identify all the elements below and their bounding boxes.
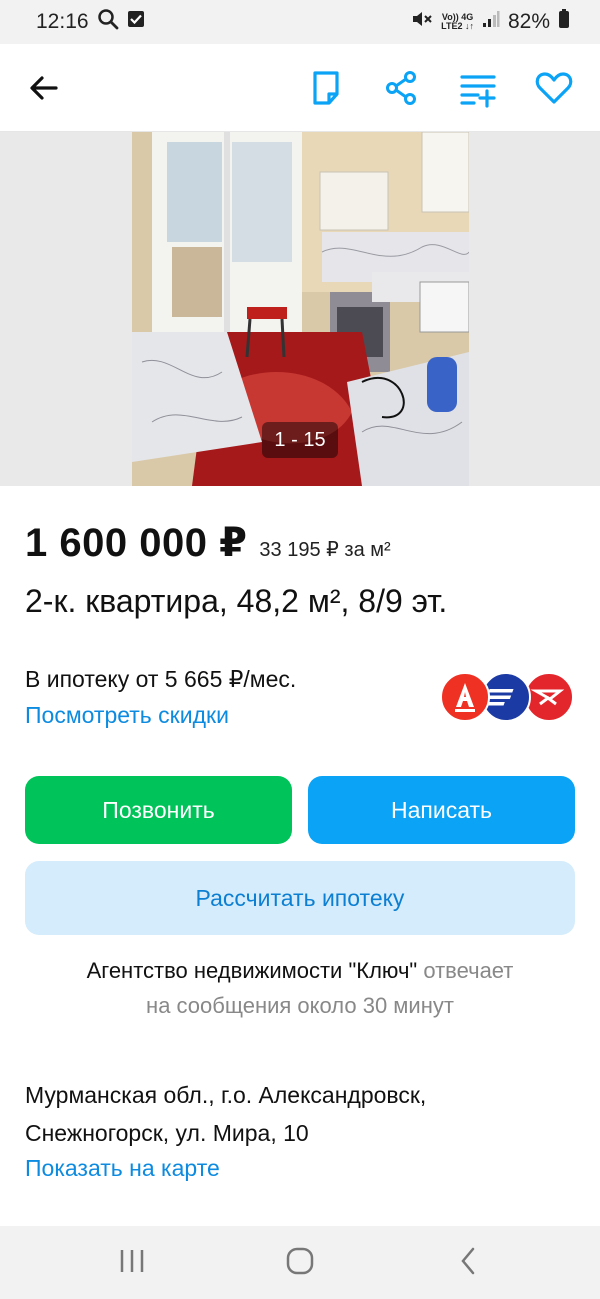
signal-icon: [482, 10, 500, 34]
pochta-bank-logo: [524, 672, 574, 722]
search-icon: [97, 8, 119, 36]
agency-responds-text: отвечает: [417, 958, 514, 983]
back-arrow-icon[interactable]: [26, 70, 62, 106]
nav-actions: [306, 68, 574, 108]
note-icon[interactable]: [306, 68, 346, 108]
status-right: Vo)) 4G LTE2 ↓↑ 82%: [411, 9, 570, 35]
agency-response-line-2: на сообщения около 30 минут: [146, 993, 454, 1018]
heart-icon[interactable]: [534, 68, 574, 108]
listing-title: 2-к. квартира, 48,2 м², 8/9 эт.: [25, 583, 448, 619]
alfa-bank-logo: [440, 672, 490, 722]
agency-response-line-1: Агентство недвижимости "Ключ" отвечает: [0, 958, 600, 984]
battery-icon: [558, 9, 570, 35]
recent-apps-icon[interactable]: [118, 1246, 146, 1281]
mortgage-monthly-text: В ипотеку от 5 665 ₽/мес.: [25, 666, 297, 692]
write-message-button[interactable]: Написать: [308, 776, 575, 844]
calculate-mortgage-button[interactable]: Рассчитать ипотеку: [25, 861, 575, 935]
address-line-1: Мурманская обл., г.о. Александровск,: [25, 1082, 427, 1108]
battery-level: 82%: [507, 10, 550, 33]
price-per-m2: 33 195 ₽ за м²: [259, 539, 391, 561]
home-icon[interactable]: [285, 1246, 315, 1281]
back-nav-icon[interactable]: [458, 1246, 478, 1281]
mute-icon: [411, 9, 433, 35]
network-indicator: Vo)) 4G LTE2 ↓↑: [441, 13, 474, 31]
top-navigation-bar: [0, 44, 600, 132]
agency-name[interactable]: Агентство недвижимости "Ключ": [87, 958, 418, 983]
price-row: 1 600 000 ₽ 33 195 ₽ за м²: [25, 520, 391, 566]
checkbox-notification-icon: [127, 10, 145, 34]
show-on-map-link[interactable]: Показать на карте: [25, 1155, 220, 1182]
address: Мурманская обл., г.о. Александровск, Сне…: [25, 1076, 426, 1152]
compare-icon[interactable]: [458, 68, 498, 108]
call-button[interactable]: Позвонить: [25, 776, 292, 844]
bank-logos[interactable]: [440, 672, 574, 724]
price: 1 600 000 ₽: [25, 521, 248, 565]
photo-counter: 1 - 15: [262, 422, 338, 458]
network-line-2: LTE2 ↓↑: [441, 21, 474, 31]
share-icon[interactable]: [382, 68, 422, 108]
status-bar: 12:16 Vo)) 4G LTE2 ↓↑ 82%: [0, 0, 600, 44]
status-left: 12:16: [36, 8, 145, 36]
status-time: 12:16: [36, 10, 89, 33]
discounts-link[interactable]: Посмотреть скидки: [25, 702, 229, 729]
system-navigation-bar: [0, 1226, 600, 1299]
address-line-2: Снежногорск, ул. Мира, 10: [25, 1120, 309, 1146]
